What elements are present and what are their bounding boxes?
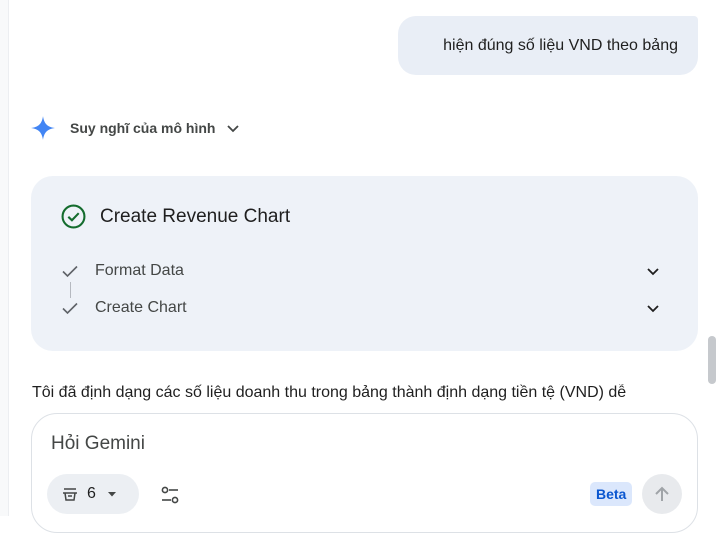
- response-text: Tôi đã định dạng các số liệu doanh thu t…: [32, 384, 627, 401]
- task-card: Create Revenue Chart Format Data Create …: [31, 176, 698, 351]
- beta-badge: Beta: [590, 482, 633, 506]
- arrow-up-icon: [655, 486, 669, 501]
- tools-button[interactable]: 6: [47, 474, 139, 514]
- tune-settings-icon[interactable]: [159, 484, 181, 506]
- user-message-bubble: hiện đúng số liệu VND theo bảng: [398, 16, 698, 75]
- task-step-label: Create Chart: [95, 299, 187, 316]
- check-icon: [62, 302, 78, 315]
- chevron-down-icon: [647, 305, 659, 313]
- task-step-create-chart[interactable]: Create Chart: [61, 299, 661, 317]
- tools-count: 6: [87, 485, 96, 502]
- user-message-text: hiện đúng số liệu VND theo bảng: [443, 36, 678, 54]
- task-card-title: Create Revenue Chart: [100, 205, 291, 227]
- task-step-format-data[interactable]: Format Data: [61, 262, 661, 280]
- check-icon: [62, 265, 78, 278]
- caret-down-icon: [107, 492, 116, 497]
- prompt-input[interactable]: [51, 431, 611, 457]
- check-circle-icon: [61, 204, 86, 229]
- thinking-toggle[interactable]: Suy nghĩ của mô hình: [30, 116, 241, 140]
- tools-icon: [63, 488, 77, 501]
- chevron-down-icon: [647, 268, 659, 276]
- chevron-down-icon: [227, 125, 240, 133]
- step-connector: [70, 282, 71, 298]
- task-step-label: Format Data: [95, 262, 184, 279]
- left-rail: [0, 0, 9, 516]
- sparkle-icon: [31, 116, 55, 140]
- scrollbar-thumb[interactable]: [708, 336, 716, 384]
- composer: 6 Beta: [31, 413, 698, 533]
- send-button[interactable]: [642, 474, 682, 514]
- task-card-header: Create Revenue Chart: [61, 204, 290, 229]
- thinking-label: Suy nghĩ của mô hình: [70, 120, 216, 136]
